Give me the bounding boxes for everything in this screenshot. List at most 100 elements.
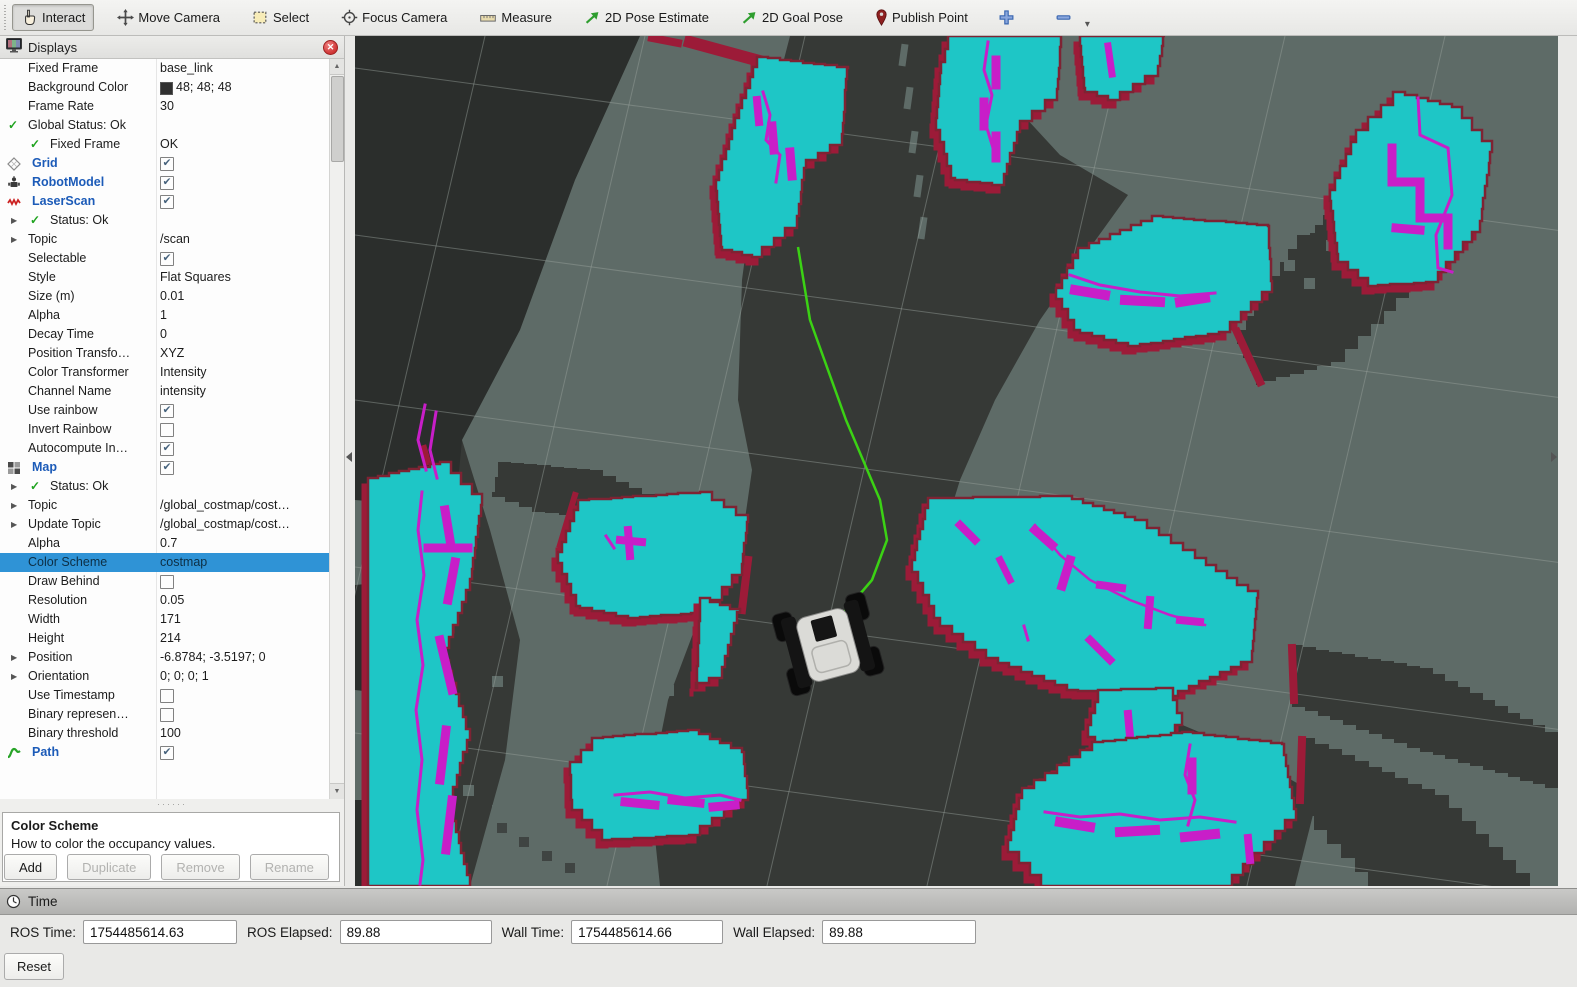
- tree-row-robotmodel[interactable]: RobotModel✔: [0, 173, 344, 192]
- checkbox[interactable]: ✔: [160, 195, 174, 209]
- checkbox[interactable]: ✔: [160, 176, 174, 190]
- tree-row-frame-rate[interactable]: Frame Rate30: [0, 97, 344, 116]
- property-value[interactable]: Intensity: [160, 363, 207, 382]
- property-value[interactable]: -6.8784; -3.5197; 0: [160, 648, 266, 667]
- branch-arrow-icon[interactable]: ▶: [11, 648, 17, 667]
- remove-button[interactable]: Remove: [161, 854, 239, 880]
- tree-row-width[interactable]: Width171: [0, 610, 344, 629]
- tree-row-topic[interactable]: ▶Topic/global_costmap/cost…: [0, 496, 344, 515]
- checkbox[interactable]: [160, 423, 174, 437]
- remove-tool-button[interactable]: [1048, 4, 1079, 31]
- tree-row-binary-threshold[interactable]: Binary threshold100: [0, 724, 344, 743]
- tool-publish-point[interactable]: Publish Point: [866, 4, 977, 31]
- tree-row-style[interactable]: StyleFlat Squares: [0, 268, 344, 287]
- checkbox[interactable]: ✔: [160, 404, 174, 418]
- ros-elapsed-input[interactable]: [340, 920, 492, 944]
- branch-arrow-icon[interactable]: ▶: [11, 515, 17, 534]
- branch-arrow-icon[interactable]: ▶: [11, 477, 17, 496]
- property-value[interactable]: 0.05: [160, 591, 184, 610]
- property-value[interactable]: XYZ: [160, 344, 184, 363]
- tree-row-status-ok[interactable]: ▶✓Status: Ok: [0, 477, 344, 496]
- duplicate-button[interactable]: Duplicate: [67, 854, 151, 880]
- tree-row-use-timestamp[interactable]: Use Timestamp: [0, 686, 344, 705]
- left-splitter-collapse-icon[interactable]: [346, 452, 352, 462]
- tree-row-autocompute-in-[interactable]: Autocompute In…✔: [0, 439, 344, 458]
- branch-arrow-icon[interactable]: ▶: [11, 496, 17, 515]
- tree-row-fixed-frame[interactable]: Fixed Framebase_link: [0, 59, 344, 78]
- tree-row-update-topic[interactable]: ▶Update Topic/global_costmap/cost…: [0, 515, 344, 534]
- property-value[interactable]: /global_costmap/cost…: [160, 496, 290, 515]
- tree-row-invert-rainbow[interactable]: Invert Rainbow: [0, 420, 344, 439]
- tree-row-color-transformer[interactable]: Color TransformerIntensity: [0, 363, 344, 382]
- tree-row-binary-represen-[interactable]: Binary represen…: [0, 705, 344, 724]
- tree-row-fixed-frame[interactable]: ✓Fixed FrameOK: [0, 135, 344, 154]
- property-value[interactable]: 30: [160, 97, 174, 116]
- property-value[interactable]: 171: [160, 610, 181, 629]
- checkbox[interactable]: [160, 708, 174, 722]
- branch-arrow-icon[interactable]: ▶: [11, 230, 17, 249]
- checkbox[interactable]: [160, 575, 174, 589]
- tree-row-grid[interactable]: Grid✔: [0, 154, 344, 173]
- property-value[interactable]: 100: [160, 724, 181, 743]
- tree-row-color-scheme[interactable]: Color Schemecostmap: [0, 553, 344, 572]
- property-value[interactable]: costmap: [160, 553, 207, 572]
- scroll-down-icon[interactable]: ▼: [330, 783, 344, 799]
- tree-row-height[interactable]: Height214: [0, 629, 344, 648]
- tool-measure[interactable]: Measure: [470, 5, 561, 30]
- tree-row-position[interactable]: ▶Position-6.8784; -3.5197; 0: [0, 648, 344, 667]
- checkbox[interactable]: ✔: [160, 252, 174, 266]
- tree-row-position-transfo-[interactable]: Position Transfo…XYZ: [0, 344, 344, 363]
- property-value[interactable]: 0; 0; 0; 1: [160, 667, 209, 686]
- tree-row-draw-behind[interactable]: Draw Behind: [0, 572, 344, 591]
- tool-focus-camera[interactable]: Focus Camera: [332, 4, 456, 31]
- panel-resize-grip[interactable]: ······: [0, 800, 344, 809]
- tree-row-background-color[interactable]: Background Color48; 48; 48: [0, 78, 344, 97]
- wall-time-input[interactable]: [571, 920, 723, 944]
- property-value[interactable]: 1: [160, 306, 167, 325]
- 3d-viewport[interactable]: [355, 36, 1558, 886]
- tree-row-alpha[interactable]: Alpha1: [0, 306, 344, 325]
- branch-arrow-icon[interactable]: ▶: [11, 667, 17, 686]
- tree-row-selectable[interactable]: Selectable✔: [0, 249, 344, 268]
- tree-row-status-ok[interactable]: ▶✓Status: Ok: [0, 211, 344, 230]
- property-value[interactable]: 48; 48; 48: [176, 78, 232, 97]
- ros-time-input[interactable]: [83, 920, 237, 944]
- tree-scrollbar[interactable]: ▲ ▼: [329, 59, 344, 799]
- right-splitter-collapse-icon[interactable]: [1551, 452, 1557, 462]
- tree-row-path[interactable]: Path✔: [0, 743, 344, 762]
- tree-row-orientation[interactable]: ▶Orientation0; 0; 0; 1: [0, 667, 344, 686]
- property-value[interactable]: 214: [160, 629, 181, 648]
- branch-arrow-icon[interactable]: ▶: [11, 211, 17, 230]
- property-value[interactable]: intensity: [160, 382, 206, 401]
- rename-button[interactable]: Rename: [250, 854, 329, 880]
- tree-row-alpha[interactable]: Alpha0.7: [0, 534, 344, 553]
- color-swatch[interactable]: [160, 82, 173, 95]
- add-button[interactable]: Add: [4, 854, 57, 880]
- scrollbar-thumb[interactable]: [331, 76, 344, 162]
- tree-row-size-m-[interactable]: Size (m)0.01: [0, 287, 344, 306]
- tree-row-laserscan[interactable]: LaserScan✔: [0, 192, 344, 211]
- property-value[interactable]: 0.7: [160, 534, 177, 553]
- scroll-up-icon[interactable]: ▲: [330, 59, 344, 75]
- close-icon[interactable]: ✕: [323, 40, 338, 55]
- toolbar-drag-handle[interactable]: [2, 5, 8, 31]
- tree-row-topic[interactable]: ▶Topic/scan: [0, 230, 344, 249]
- reset-button[interactable]: Reset: [4, 953, 64, 980]
- tree-row-resolution[interactable]: Resolution0.05: [0, 591, 344, 610]
- tree-row-map[interactable]: Map✔: [0, 458, 344, 477]
- property-value[interactable]: /scan: [160, 230, 190, 249]
- property-value[interactable]: base_link: [160, 59, 213, 78]
- checkbox[interactable]: ✔: [160, 442, 174, 456]
- tool-2d-goal-pose[interactable]: 2D Goal Pose: [732, 4, 852, 31]
- displays-tree[interactable]: Fixed Framebase_linkBackground Color48; …: [0, 59, 344, 799]
- property-value[interactable]: OK: [160, 135, 178, 154]
- property-value[interactable]: Flat Squares: [160, 268, 231, 287]
- checkbox[interactable]: [160, 689, 174, 703]
- property-value[interactable]: 0: [160, 325, 167, 344]
- tool-2d-pose-estimate[interactable]: 2D Pose Estimate: [575, 4, 718, 31]
- wall-elapsed-input[interactable]: [822, 920, 976, 944]
- tree-row-channel-name[interactable]: Channel Nameintensity: [0, 382, 344, 401]
- tree-row-decay-time[interactable]: Decay Time0: [0, 325, 344, 344]
- property-value[interactable]: 0.01: [160, 287, 184, 306]
- tool-move-camera[interactable]: Move Camera: [108, 4, 229, 31]
